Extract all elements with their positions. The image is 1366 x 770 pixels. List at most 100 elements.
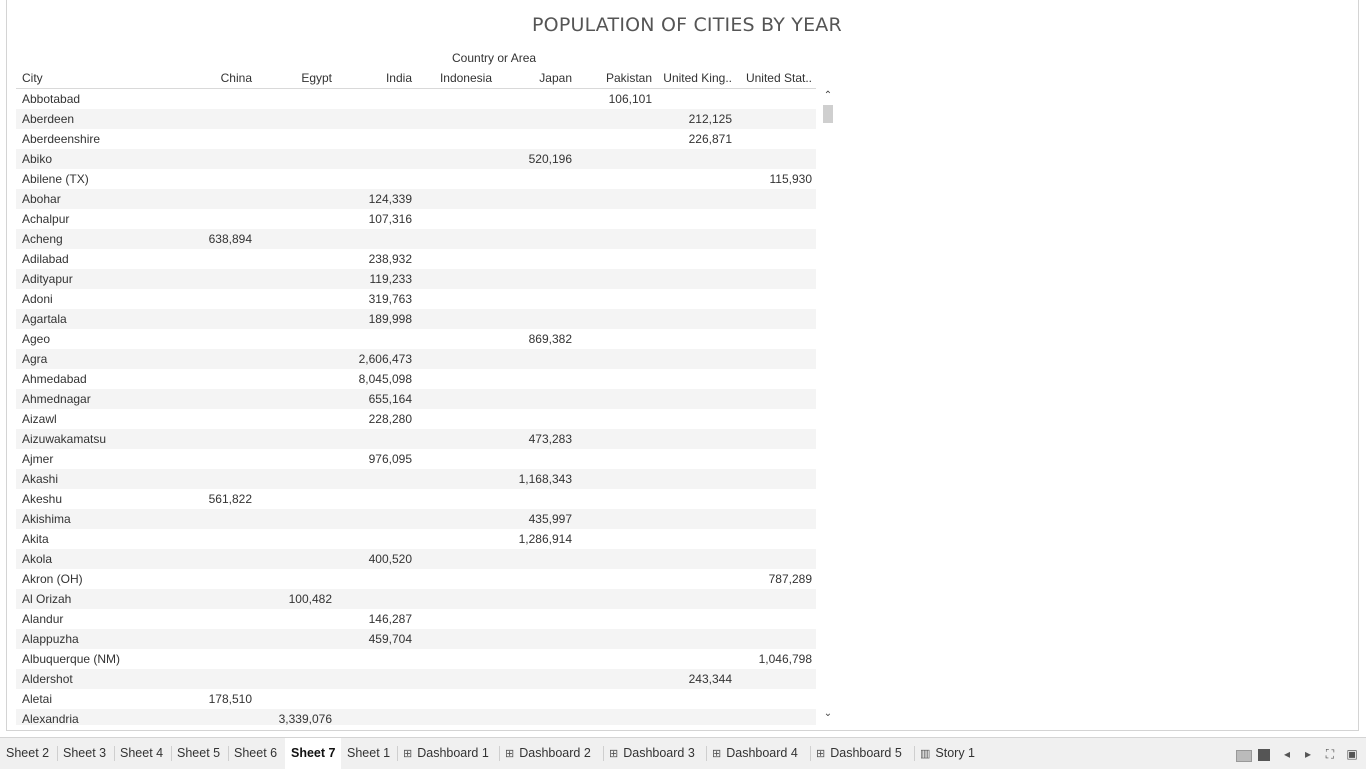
- tab-sheet-3[interactable]: Sheet 3: [57, 738, 112, 769]
- table-row[interactable]: Alappuzha 459,704: [16, 629, 816, 649]
- city-cell[interactable]: Alandur: [22, 612, 63, 626]
- city-cell[interactable]: Akron (OH): [22, 572, 83, 586]
- tab-sheet-4[interactable]: Sheet 4: [114, 738, 169, 769]
- filmstrip-view-icon[interactable]: [1236, 750, 1252, 762]
- city-cell[interactable]: Adityapur: [22, 272, 73, 286]
- population-cell[interactable]: 107,316: [332, 212, 412, 226]
- city-cell[interactable]: Akita: [22, 532, 49, 546]
- population-cell[interactable]: 119,233: [332, 272, 413, 286]
- table-row[interactable]: Akola 400,520: [16, 549, 816, 569]
- city-cell[interactable]: Ageo: [22, 332, 50, 346]
- tab-sheet-2[interactable]: Sheet 2: [0, 738, 55, 769]
- scroll-thumb[interactable]: [823, 105, 833, 123]
- population-cell[interactable]: 226,871: [652, 132, 732, 146]
- population-cell[interactable]: 561,822: [172, 492, 252, 506]
- table-row[interactable]: Ageo 869,382: [16, 329, 816, 349]
- city-cell[interactable]: Alexandria: [22, 712, 79, 725]
- city-cell[interactable]: Aizawl: [22, 412, 57, 426]
- column-header-india[interactable]: India: [332, 71, 412, 85]
- city-cell[interactable]: Ahmednagar: [22, 392, 91, 406]
- city-cell[interactable]: Abiko: [22, 152, 52, 166]
- column-header-united-kingdom[interactable]: United King..: [652, 71, 732, 85]
- city-cell[interactable]: Abbotabad: [22, 92, 80, 106]
- city-cell[interactable]: Akashi: [22, 472, 58, 486]
- tab-view-icon[interactable]: [1258, 749, 1270, 761]
- population-cell[interactable]: 638,894: [172, 232, 252, 246]
- vertical-scrollbar[interactable]: ⌃ ⌄: [820, 89, 836, 721]
- table-row[interactable]: Akashi 1,168,343: [16, 469, 816, 489]
- population-cell[interactable]: 1,168,343: [492, 472, 572, 486]
- city-cell[interactable]: Albuquerque (NM): [22, 652, 120, 666]
- city-cell[interactable]: Al Orizah: [22, 592, 71, 606]
- population-cell[interactable]: 115,930: [732, 172, 813, 186]
- population-cell[interactable]: 178,510: [172, 692, 252, 706]
- column-header-japan[interactable]: Japan: [492, 71, 572, 85]
- city-cell[interactable]: Achalpur: [22, 212, 69, 226]
- table-row[interactable]: Ahmedabad 8,045,098: [16, 369, 816, 389]
- population-cell[interactable]: 243,344: [652, 672, 732, 686]
- table-row[interactable]: Albuquerque (NM) 1,046,798: [16, 649, 816, 669]
- previous-sheet-icon[interactable]: ◂: [1281, 746, 1293, 762]
- table-row[interactable]: Akron (OH) 787,289: [16, 569, 816, 589]
- population-cell[interactable]: 459,704: [332, 632, 412, 646]
- city-cell[interactable]: Aizuwakamatsu: [22, 432, 106, 446]
- table-row[interactable]: Alexandria 3,339,076: [16, 709, 816, 725]
- tab-sheet-7[interactable]: Sheet 7: [285, 738, 342, 769]
- population-cell[interactable]: 473,283: [492, 432, 572, 446]
- city-cell[interactable]: Agartala: [22, 312, 67, 326]
- city-cell[interactable]: Aberdeen: [22, 112, 74, 126]
- population-cell[interactable]: 3,339,076: [252, 712, 332, 725]
- city-cell[interactable]: Akishima: [22, 512, 71, 526]
- table-row[interactable]: Akita 1,286,914: [16, 529, 816, 549]
- city-cell[interactable]: Aldershot: [22, 672, 73, 686]
- table-row[interactable]: Aletai 178,510: [16, 689, 816, 709]
- table-row[interactable]: Aizawl 228,280: [16, 409, 816, 429]
- population-cell[interactable]: 146,287: [332, 612, 412, 626]
- population-cell[interactable]: 400,520: [332, 552, 412, 566]
- population-cell[interactable]: 976,095: [332, 452, 412, 466]
- tab-story-1[interactable]: ▥ Story 1: [914, 738, 981, 769]
- city-cell[interactable]: Acheng: [22, 232, 63, 246]
- population-cell[interactable]: 1,286,914: [492, 532, 572, 546]
- city-cell[interactable]: Abilene (TX): [22, 172, 89, 186]
- population-cell[interactable]: 8,045,098: [332, 372, 412, 386]
- table-row[interactable]: Aberdeenshire 226,871: [16, 129, 816, 149]
- presentation-mode-icon[interactable]: ▣: [1344, 746, 1360, 762]
- population-cell[interactable]: 869,382: [492, 332, 572, 346]
- tab-dashboard-3[interactable]: ⊞ Dashboard 3: [603, 738, 701, 769]
- city-cell[interactable]: Akeshu: [22, 492, 62, 506]
- column-header-pakistan[interactable]: Pakistan: [572, 71, 652, 85]
- column-header-city[interactable]: City: [22, 71, 43, 85]
- population-cell[interactable]: 228,280: [332, 412, 412, 426]
- scroll-down-icon[interactable]: ⌄: [820, 707, 836, 721]
- tab-dashboard-2[interactable]: ⊞ Dashboard 2: [499, 738, 597, 769]
- tab-sheet-6[interactable]: Sheet 6: [228, 738, 283, 769]
- population-cell[interactable]: 2,606,473: [332, 352, 412, 366]
- table-row[interactable]: Adityapur 119,233: [16, 269, 816, 289]
- table-row[interactable]: Abbotabad 106,101: [16, 89, 816, 109]
- population-cell[interactable]: 435,997: [492, 512, 572, 526]
- table-row[interactable]: Aldershot 243,344: [16, 669, 816, 689]
- fullscreen-icon[interactable]: ⛶: [1322, 746, 1338, 762]
- table-row[interactable]: Alandur 146,287: [16, 609, 816, 629]
- city-cell[interactable]: Aberdeenshire: [22, 132, 100, 146]
- city-cell[interactable]: Aletai: [22, 692, 52, 706]
- city-cell[interactable]: Akola: [22, 552, 52, 566]
- column-header-egypt[interactable]: Egypt: [252, 71, 332, 85]
- table-row[interactable]: Adoni 319,763: [16, 289, 816, 309]
- table-row[interactable]: Al Orizah 100,482: [16, 589, 816, 609]
- city-cell[interactable]: Adoni: [22, 292, 53, 306]
- table-row[interactable]: Ahmednagar 655,164: [16, 389, 816, 409]
- city-cell[interactable]: Ajmer: [22, 452, 53, 466]
- tab-dashboard-4[interactable]: ⊞ Dashboard 4: [706, 738, 804, 769]
- table-row[interactable]: Aizuwakamatsu 473,283: [16, 429, 816, 449]
- city-cell[interactable]: Ahmedabad: [22, 372, 87, 386]
- table-row[interactable]: Ajmer 976,095: [16, 449, 816, 469]
- population-cell[interactable]: 520,196: [492, 152, 572, 166]
- population-cell[interactable]: 189,998: [332, 312, 412, 326]
- column-header-indonesia[interactable]: Indonesia: [412, 71, 492, 85]
- city-cell[interactable]: Abohar: [22, 192, 61, 206]
- table-row[interactable]: Agartala 189,998: [16, 309, 816, 329]
- table-row[interactable]: Abohar 124,339: [16, 189, 816, 209]
- city-cell[interactable]: Agra: [22, 352, 47, 366]
